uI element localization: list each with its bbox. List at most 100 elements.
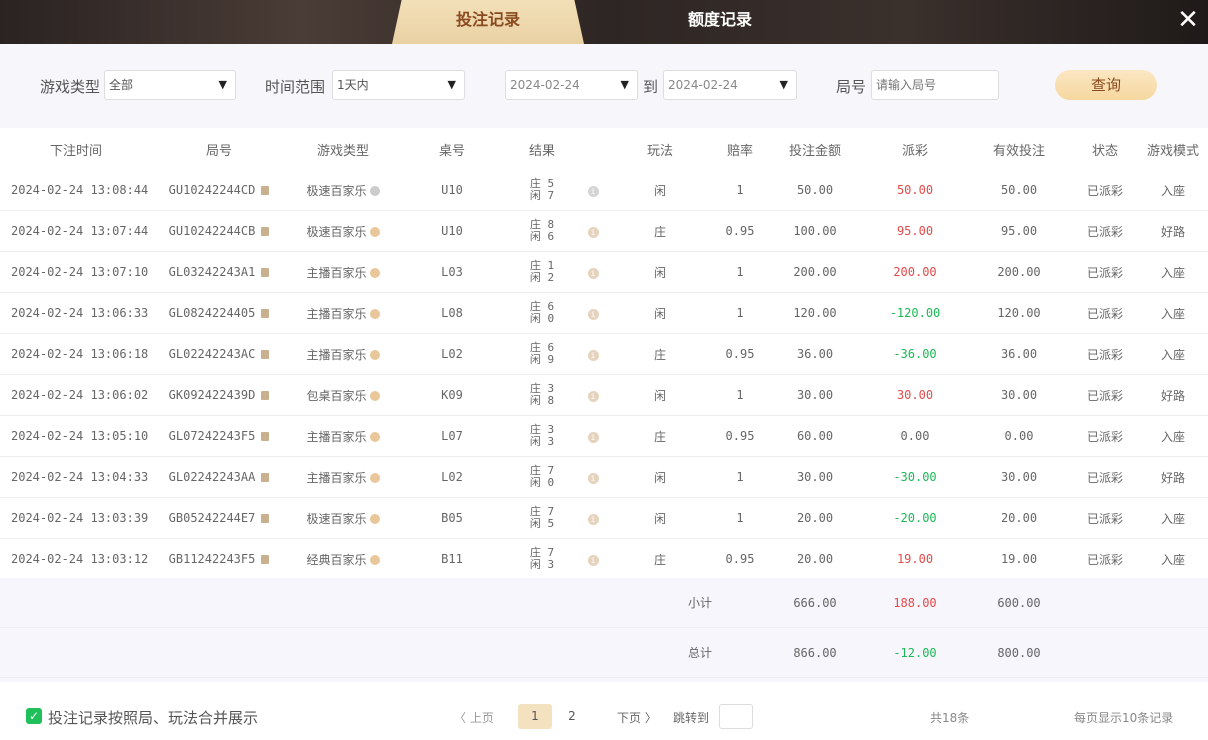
round-id-cell: GB05242244E7 <box>152 511 286 525</box>
copy-icon[interactable] <box>261 432 270 441</box>
play-icon[interactable] <box>369 555 380 565</box>
date-to-value: 2024-02-24 <box>668 78 738 92</box>
round-id-cell: GL02242243AC <box>152 347 286 361</box>
copy-icon[interactable] <box>261 186 270 195</box>
table-id: B11 <box>441 552 463 566</box>
bet-time: 2024-02-24 13:07:44 <box>11 224 149 238</box>
info-cell: i <box>580 511 606 525</box>
status: 已派彩 <box>1086 265 1123 280</box>
game-mode: 好路 <box>1160 470 1185 485</box>
bet-amount: 120.00 <box>793 306 837 320</box>
tab-bet-records[interactable]: 投注记录 <box>392 0 584 44</box>
valid-bet: 200.00 <box>997 265 1041 279</box>
play-icon[interactable] <box>369 309 380 319</box>
round-id-cell: GL02242243AA <box>152 470 286 484</box>
round-id: GU10242244CD <box>168 183 256 197</box>
result-cell: 庄 7闲 5 <box>504 506 580 530</box>
info-cell: i <box>580 388 606 402</box>
play-icon[interactable] <box>369 350 380 360</box>
game-type: 主播百家乐 <box>306 306 367 321</box>
prev-page-button[interactable]: 〈 上页 <box>454 709 494 726</box>
game-type: 主播百家乐 <box>306 429 367 444</box>
play-icon[interactable] <box>369 473 380 483</box>
bet-type: 闲 <box>653 265 666 280</box>
odds: 1 <box>736 388 744 402</box>
valid-bet: 0.00 <box>1004 429 1034 443</box>
merge-label: 投注记录按照局、玩法合并展示 <box>48 709 259 727</box>
copy-icon[interactable] <box>261 227 270 236</box>
page-1-button[interactable]: 1 <box>518 704 552 729</box>
info-icon[interactable]: i <box>587 391 599 402</box>
total-count: 共18条 <box>930 711 970 725</box>
table-id: U10 <box>441 224 463 238</box>
copy-icon[interactable] <box>261 350 270 359</box>
odds: 1 <box>736 265 744 279</box>
table-id: B05 <box>441 511 463 525</box>
date-to-select[interactable]: 2024-02-24 ▼ <box>663 70 797 100</box>
game-mode: 入座 <box>1160 347 1185 362</box>
info-cell: i <box>580 429 606 443</box>
info-icon[interactable]: i <box>587 268 599 279</box>
play-icon[interactable] <box>369 268 380 278</box>
game-type-select[interactable]: 全部 ▼ <box>104 70 236 100</box>
game-type-cell: 主播百家乐 <box>286 428 400 445</box>
copy-icon[interactable] <box>261 514 270 523</box>
valid-bet: 30.00 <box>1000 470 1038 484</box>
page-2-button[interactable]: 2 <box>555 704 589 729</box>
game-type-value: 全部 <box>109 78 134 92</box>
copy-icon[interactable] <box>261 391 270 400</box>
game-type: 极速百家乐 <box>306 224 367 239</box>
merge-checkbox[interactable]: ✓ <box>26 708 42 724</box>
summary-valid: 800.00 <box>997 645 1041 660</box>
info-icon[interactable]: i <box>587 514 599 525</box>
next-page-button[interactable]: 下页 〉 <box>617 709 657 726</box>
game-type-cell: 经典百家乐 <box>286 551 400 568</box>
result-cell: 庄 3闲 8 <box>504 383 580 407</box>
info-cell: i <box>580 552 606 566</box>
copy-icon[interactable] <box>261 473 270 482</box>
copy-icon[interactable] <box>261 309 270 318</box>
to-label: 到 <box>643 78 659 96</box>
play-icon[interactable] <box>369 514 380 524</box>
table-row: 2024-02-24 13:05:10 GL07242243F5 主播百家乐 L07 庄… <box>0 416 1208 457</box>
table-row: 2024-02-24 13:07:44 GU10242244CB 极速百家乐 U10 庄… <box>0 211 1208 252</box>
info-icon[interactable]: i <box>587 473 599 484</box>
play-icon[interactable] <box>369 186 380 196</box>
odds: 0.95 <box>725 429 755 443</box>
close-icon[interactable]: ✕ <box>1174 6 1202 34</box>
copy-icon[interactable] <box>261 268 270 277</box>
info-icon[interactable]: i <box>587 186 599 197</box>
round-input[interactable] <box>871 70 999 100</box>
info-icon[interactable]: i <box>587 227 599 238</box>
info-icon[interactable]: i <box>587 555 599 566</box>
date-from-select[interactable]: 2024-02-24 ▼ <box>505 70 638 100</box>
time-range-value: 1天内 <box>337 78 369 92</box>
jump-page-input[interactable] <box>719 704 753 729</box>
result-cell: 庄 6闲 9 <box>504 342 580 366</box>
query-button[interactable]: 查询 <box>1055 70 1157 100</box>
player-result: 闲 8 <box>529 394 555 407</box>
time-range-select[interactable]: 1天内 ▼ <box>332 70 465 100</box>
bet-amount: 20.00 <box>796 552 834 566</box>
round-id: GL02242243AC <box>168 347 256 361</box>
info-icon[interactable]: i <box>587 350 599 361</box>
play-icon[interactable] <box>369 227 380 237</box>
payout: -20.00 <box>893 511 937 525</box>
tab-credit-records[interactable]: 额度记录 <box>640 0 800 44</box>
play-icon[interactable] <box>369 432 380 442</box>
copy-icon[interactable] <box>261 555 270 564</box>
play-icon[interactable] <box>369 391 380 401</box>
total-row: 总计 866.00 -12.00 800.00 <box>0 628 1208 678</box>
game-type-label: 游戏类型 <box>40 78 101 96</box>
summary-section: 小计 666.00 188.00 600.00 总计 866.00 -12.00 800.00 <box>0 578 1208 682</box>
game-mode: 入座 <box>1160 183 1185 198</box>
table-id: L03 <box>441 265 463 279</box>
odds: 1 <box>736 306 744 320</box>
game-mode: 好路 <box>1160 388 1185 403</box>
game-type: 主播百家乐 <box>306 470 367 485</box>
summary-amount: 866.00 <box>793 645 837 660</box>
game-type: 经典百家乐 <box>306 552 367 567</box>
info-icon[interactable]: i <box>587 309 599 320</box>
info-icon[interactable]: i <box>587 432 599 443</box>
game-mode: 入座 <box>1160 429 1185 444</box>
